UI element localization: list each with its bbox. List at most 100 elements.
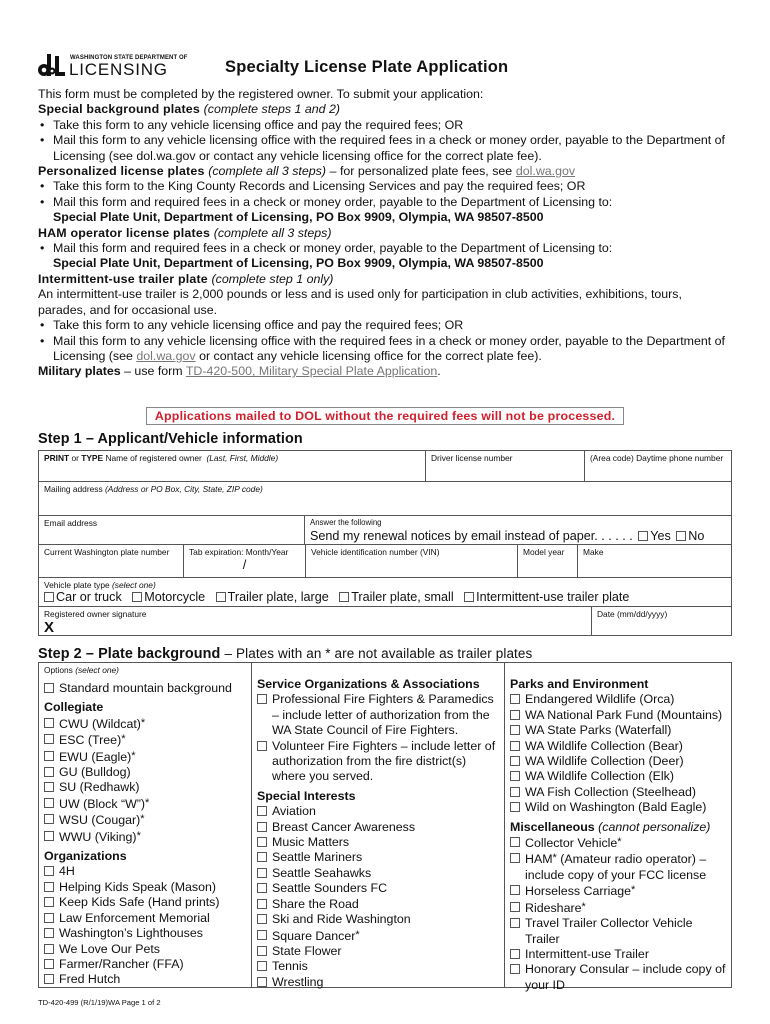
special-interest-option[interactable]: State Flower [257,944,499,959]
checkbox[interactable] [257,694,267,705]
checkbox[interactable] [510,786,520,797]
collegiate-option[interactable]: EWU (Eagle)* [44,749,246,765]
special-interest-option[interactable]: Breast Cancer Awareness [257,820,499,835]
checkbox[interactable] [44,734,54,745]
parks-option[interactable]: WA Wildlife Collection (Elk) [510,769,726,784]
checkbox[interactable] [44,974,54,985]
checkbox[interactable] [44,897,54,908]
service-option[interactable]: Volunteer Fire Fighters – include letter… [257,739,499,785]
tab-expiration-field[interactable]: Tab expiration: Month/Year / [184,545,306,577]
checkbox[interactable] [257,945,267,956]
checkbox[interactable] [44,717,54,728]
dol-link[interactable]: dol.wa.gov [136,349,195,363]
parks-option[interactable]: WA National Park Fund (Mountains) [510,708,726,723]
military-form-link[interactable]: TD-420-500, Military Special Plate Appli… [186,364,437,378]
checkbox[interactable] [510,853,520,864]
checkbox[interactable] [510,771,520,782]
checkbox[interactable] [44,750,54,761]
checkbox[interactable] [510,740,520,751]
plate-type-motorcycle[interactable]: Motorcycle [132,590,205,604]
checkbox[interactable] [44,928,54,939]
special-interest-option[interactable]: Tennis [257,959,499,974]
checkbox[interactable] [44,912,54,923]
checkbox[interactable] [44,782,54,793]
parks-option[interactable]: WA Wildlife Collection (Bear) [510,739,726,754]
parks-option[interactable]: Wild on Washington (Bald Eagle) [510,800,726,815]
collegiate-option[interactable]: ESC (Tree)* [44,732,246,748]
dol-link[interactable]: dol.wa.gov [516,164,575,178]
parks-option[interactable]: WA State Parks (Waterfall) [510,723,726,738]
checkbox[interactable] [257,961,267,972]
special-interest-option[interactable]: Square Dancer* [257,928,499,944]
service-option[interactable]: Professional Fire Fighters & Paramedics … [257,692,499,738]
checkbox[interactable] [257,929,267,940]
date-field[interactable]: Date (mm/dd/yyyy) [592,607,731,635]
special-interest-option[interactable]: Music Matters [257,835,499,850]
checkbox[interactable] [257,837,267,848]
checkbox[interactable] [132,592,143,602]
checkbox[interactable] [510,756,520,767]
misc-option[interactable]: Honorary Consular – include copy of your… [510,962,726,993]
checkbox[interactable] [510,837,520,848]
misc-option[interactable]: Horseless Carriage* [510,883,726,899]
plate-type-trailer-small[interactable]: Trailer plate, small [339,590,454,604]
special-interest-option[interactable]: Ski and Ride Washington [257,912,499,927]
checkbox[interactable] [257,883,267,894]
checkbox[interactable] [44,592,54,602]
checkbox[interactable] [44,881,54,892]
collegiate-option[interactable]: WWU (Viking)* [44,829,246,845]
checkbox[interactable] [257,867,267,878]
checkbox[interactable] [257,914,267,925]
collegiate-option[interactable]: CWU (Wildcat)* [44,716,246,732]
make-field[interactable]: Make [578,545,731,577]
plate-type-car-truck[interactable]: Car or truck [44,590,122,604]
checkbox[interactable] [510,885,520,896]
parks-option[interactable]: WA Wildlife Collection (Deer) [510,754,726,769]
signature-field[interactable]: Registered owner signature X [39,607,592,635]
checkbox[interactable] [510,725,520,736]
owner-name-field[interactable]: PRINT or TYPE Name of registered owner (… [39,451,426,481]
organization-option[interactable]: Fred Hutch [44,972,246,987]
checkbox[interactable] [257,852,267,863]
checkbox[interactable] [510,964,520,975]
checkbox[interactable] [510,948,520,959]
checkbox[interactable] [44,797,54,808]
organization-option[interactable]: Law Enforcement Memorial [44,911,246,926]
yes-checkbox[interactable] [638,531,649,541]
no-checkbox[interactable] [676,531,687,541]
checkbox[interactable] [464,592,475,602]
collegiate-option[interactable]: SU (Redhawk) [44,780,246,795]
organization-option[interactable]: 4H [44,864,246,879]
checkbox[interactable] [510,802,520,813]
mailing-address-field[interactable]: Mailing address (Address or PO Box, City… [39,482,731,515]
plate-type-trailer-large[interactable]: Trailer plate, large [215,590,329,604]
checkbox[interactable] [257,898,267,909]
checkbox[interactable] [44,958,54,969]
special-interest-option[interactable]: Seattle Seahawks [257,866,499,881]
checkbox[interactable] [44,683,54,693]
checkbox[interactable] [510,901,520,912]
misc-option[interactable]: HAM* (Amateur radio operator) – include … [510,851,726,883]
organization-option[interactable]: Helping Kids Speak (Mason) [44,880,246,895]
special-interest-option[interactable]: Seattle Sounders FC [257,881,499,896]
checkbox[interactable] [44,866,54,877]
special-interest-option[interactable]: Share the Road [257,897,499,912]
checkbox[interactable] [44,767,54,778]
checkbox[interactable] [257,821,267,832]
option-standard-mountain[interactable]: Standard mountain background [44,681,246,696]
driver-license-field[interactable]: Driver license number [426,451,585,481]
organization-option[interactable]: Farmer/Rancher (FFA) [44,957,246,972]
parks-option[interactable]: WA Fish Collection (Steelhead) [510,785,726,800]
misc-option[interactable]: Travel Trailer Collector Vehicle Trailer [510,916,726,947]
checkbox[interactable] [510,709,520,720]
checkbox[interactable] [510,694,520,705]
checkbox[interactable] [215,592,226,602]
special-interest-option[interactable]: Seattle Mariners [257,850,499,865]
special-interest-option[interactable]: Wrestling [257,975,499,990]
collegiate-option[interactable]: WSU (Cougar)* [44,812,246,828]
checkbox[interactable] [257,806,267,817]
checkbox[interactable] [44,943,54,954]
organization-option[interactable]: Keep Kids Safe (Hand prints) [44,895,246,910]
misc-option[interactable]: Intermittent-use Trailer [510,947,726,962]
special-interest-option[interactable]: Aviation [257,804,499,819]
